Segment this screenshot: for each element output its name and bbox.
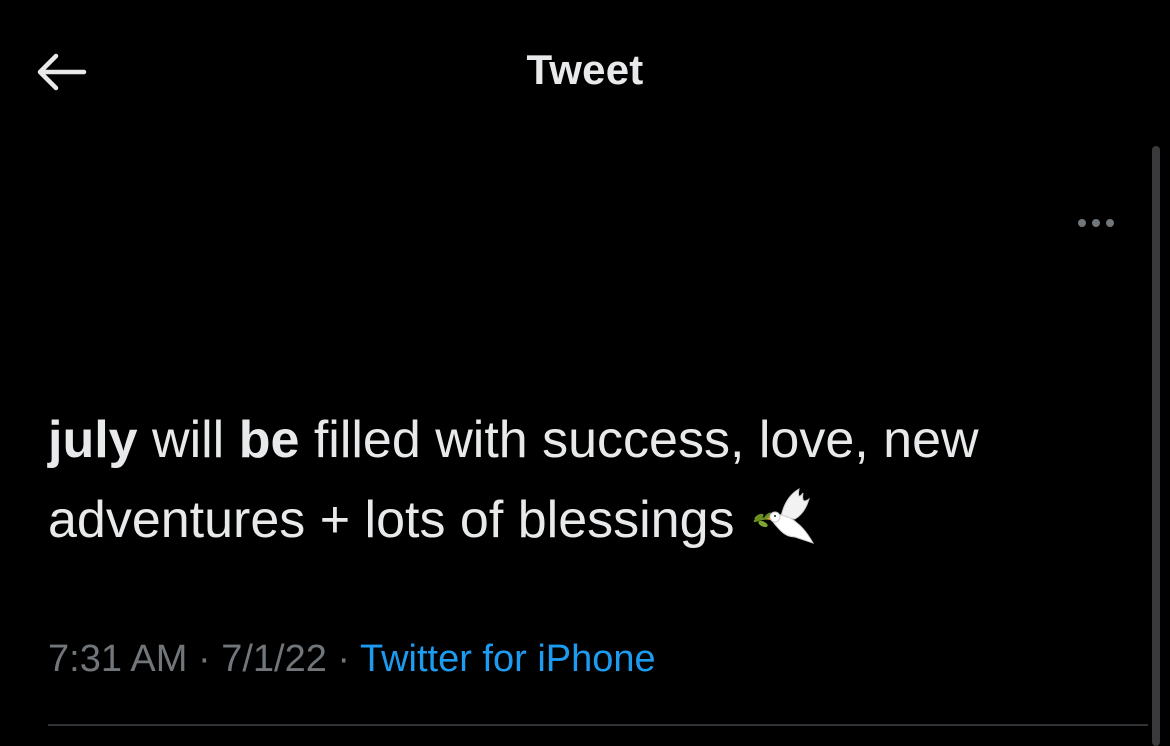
page-title: Tweet [526,46,644,93]
dove-icon [753,488,814,544]
tweet-time: 7:31 AM [48,638,188,680]
scrollbar[interactable] [1152,146,1160,746]
tweet-text-part: july [48,411,138,469]
divider [48,724,1148,726]
top-bar: Tweet [0,0,1170,140]
more-horizontal-icon [1078,219,1086,227]
more-horizontal-icon [1092,219,1100,227]
more-options-button[interactable] [1068,208,1124,238]
tweet-source-link[interactable]: Twitter for iPhone [360,638,656,680]
tweet-metadata: 7:31 AM · 7/1/22 · Twitter for iPhone [48,638,656,681]
meta-separator: · [197,638,211,680]
tweet-text-part: will [137,411,239,469]
meta-separator: · [337,638,351,680]
tweet-text: july will be filled with success, love, … [48,400,1128,560]
tweet-date: 7/1/22 [221,638,327,680]
more-horizontal-icon [1106,219,1114,227]
tweet-text-part: be [238,411,300,469]
